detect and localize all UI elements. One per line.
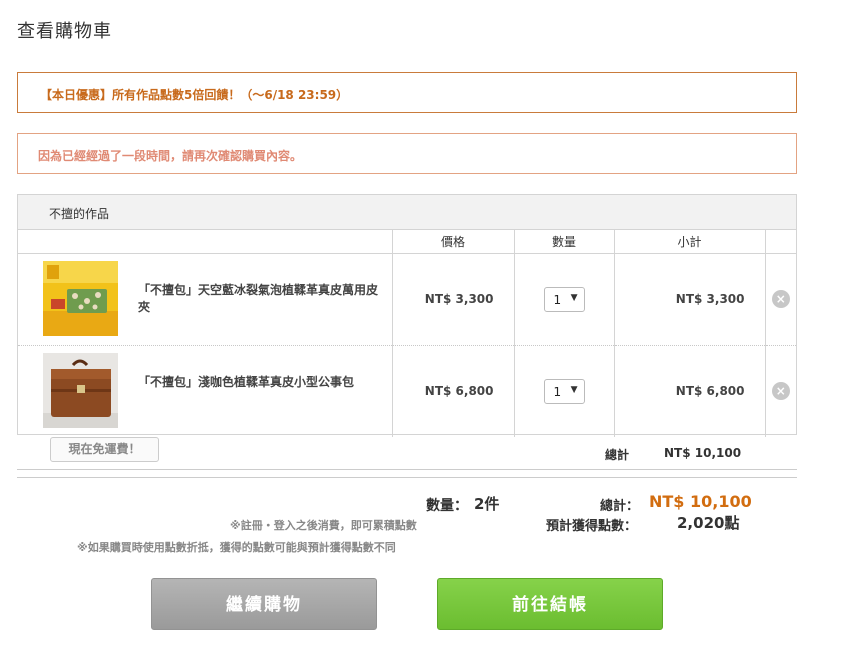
continue-shopping-button[interactable]: 繼續購物 xyxy=(151,578,377,630)
remove-item-icon[interactable]: × xyxy=(771,290,790,308)
cart-shop-section: 不擅的作品 價格 數量 小計 「不擅包」天空藍冰裂氣泡植鞣革真皮萬用皮夾 NT$… xyxy=(17,194,797,437)
grand-total-label: 總計： xyxy=(600,499,640,514)
free-shipping-badge: 現在免運費！ xyxy=(50,437,159,462)
shop-header: 不擅的作品 xyxy=(18,195,796,230)
product-price: NT$ 6,800 xyxy=(391,345,514,437)
quantity-sum-label: 數量： xyxy=(426,498,468,514)
promo-notice: 【本日優惠】所有作品點數5倍回饋！（～6/18 23:59） xyxy=(17,72,797,113)
product-cell: 「不擅包」天空藍冰裂氣泡植鞣革真皮萬用皮夾 xyxy=(18,254,392,345)
table-row: 「不擅包」天空藍冰裂氣泡植鞣革真皮萬用皮夾 NT$ 3,300 1 ▼ NT$ … xyxy=(18,253,796,346)
quantity-value: 1 xyxy=(553,292,562,307)
divider xyxy=(17,469,797,470)
points-discount-note: ※如果購買時使用點數折抵，獲得的點數可能與預計獲得點數不同 xyxy=(77,541,396,554)
product-subtotal: NT$ 6,800 xyxy=(613,345,765,437)
column-product xyxy=(18,230,392,254)
divider xyxy=(17,477,797,478)
chevron-down-icon: ▼ xyxy=(570,292,578,303)
column-subtotal: 小計 xyxy=(613,230,765,254)
product-subtotal: NT$ 3,300 xyxy=(613,253,765,346)
quantity-select[interactable]: 1 ▼ xyxy=(543,286,585,312)
quantity-sum-value: 2件 xyxy=(474,495,500,513)
product-price: NT$ 3,300 xyxy=(391,253,514,346)
product-thumbnail[interactable] xyxy=(43,352,118,428)
promo-notice-text: 【本日優惠】所有作品點數5倍回饋！（～6/18 23:59） xyxy=(40,88,349,102)
product-cell: 「不擅包」淺咖色植鞣革真皮小型公事包 xyxy=(18,346,392,437)
chevron-down-icon: ▼ xyxy=(570,384,578,395)
shop-name[interactable]: 不擅的作品 xyxy=(49,205,109,222)
points-value: 2,020點 xyxy=(677,514,740,532)
product-name[interactable]: 「不擅包」淺咖色植鞣革真皮小型公事包 xyxy=(138,374,378,391)
column-quantity: 數量 xyxy=(513,230,614,254)
remove-item-icon[interactable]: × xyxy=(771,382,790,400)
checkout-button[interactable]: 前往結帳 xyxy=(437,578,663,630)
column-delete xyxy=(764,230,796,254)
reconfirm-notice-text: 因為已經經過了一段時間，請再次確認購買內容。 xyxy=(38,149,303,163)
shop-total-value: NT$ 10,100 xyxy=(664,446,742,460)
column-price: 價格 xyxy=(391,230,514,254)
grand-total-value: NT$ 10,100 xyxy=(649,492,752,511)
quantity-select[interactable]: 1 ▼ xyxy=(543,378,585,404)
product-thumbnail[interactable] xyxy=(43,260,118,336)
points-label: 預計獲得點數： xyxy=(546,519,638,534)
page-title: 查看購物車 xyxy=(17,21,112,42)
reconfirm-notice: 因為已經經過了一段時間，請再次確認購買內容。 xyxy=(17,133,797,174)
shop-total-label: 總計 xyxy=(605,448,630,462)
cart-items-table: 價格 數量 小計 「不擅包」天空藍冰裂氣泡植鞣革真皮萬用皮夾 NT$ 3,300… xyxy=(18,230,796,437)
table-header-row: 價格 數量 小計 xyxy=(18,230,796,254)
table-row: 「不擅包」淺咖色植鞣革真皮小型公事包 NT$ 6,800 1 ▼ NT$ 6,8… xyxy=(18,345,796,437)
login-points-note: ※註冊・登入之後消費，即可累積點數 xyxy=(230,519,417,532)
quantity-value: 1 xyxy=(553,384,562,399)
product-name[interactable]: 「不擅包」天空藍冰裂氣泡植鞣革真皮萬用皮夾 xyxy=(138,282,378,316)
